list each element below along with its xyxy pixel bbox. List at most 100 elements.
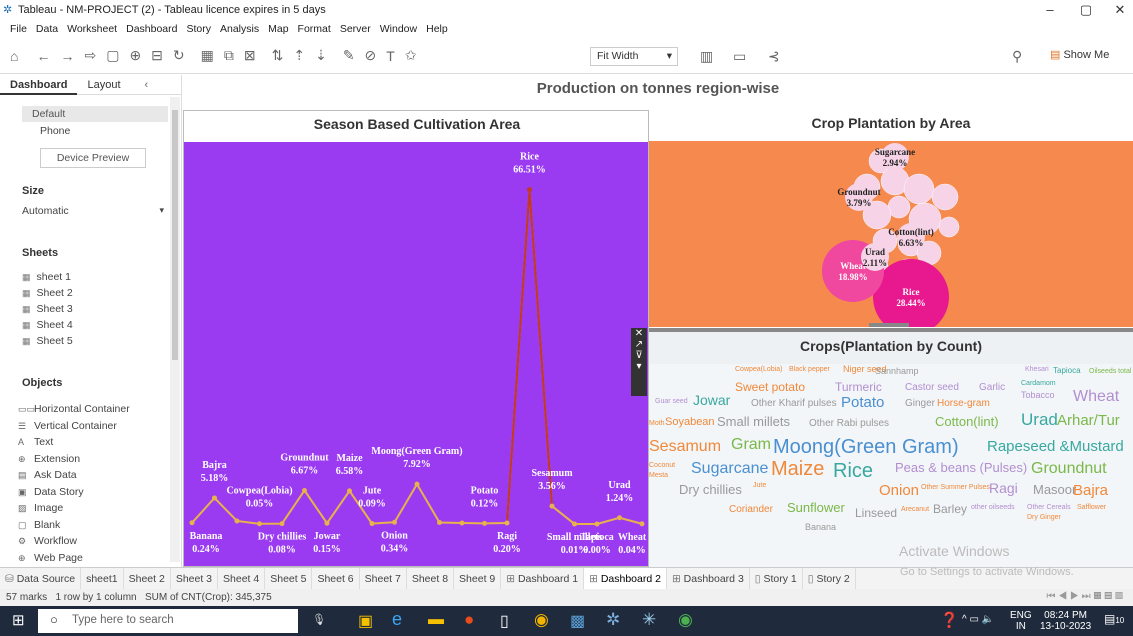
word-black-pepper[interactable]: Black pepper: [789, 366, 830, 373]
new-worksheet-icon[interactable]: ▦: [201, 47, 214, 64]
datasource-icon[interactable]: ⊟: [151, 47, 163, 64]
resize-handle[interactable]: [869, 323, 909, 327]
word-other-oilseeds[interactable]: other oilseeds: [971, 504, 1015, 511]
word-onion[interactable]: Onion: [879, 482, 919, 499]
close-button[interactable]: ✕: [1110, 2, 1130, 18]
line-point[interactable]: [392, 519, 397, 525]
collapse-icon[interactable]: ‹: [145, 79, 149, 91]
notification-icon[interactable]: ▤10: [1104, 612, 1124, 626]
photos-icon[interactable]: ✳: [642, 610, 656, 630]
tab-story-2[interactable]: ▯ Story 2: [803, 567, 856, 590]
word-potato[interactable]: Potato: [841, 394, 884, 411]
line-point[interactable]: [572, 521, 577, 527]
line-point[interactable]: [369, 521, 375, 527]
clock[interactable]: 08:24 PM 13-10-2023: [1040, 610, 1091, 632]
tab-dashboard[interactable]: Dashboard: [0, 75, 78, 95]
word-groundnut[interactable]: Groundnut: [1031, 460, 1107, 478]
menu-help[interactable]: Help: [426, 23, 448, 35]
new-datasource-icon[interactable]: ⊕: [129, 47, 141, 64]
line-point[interactable]: [324, 520, 330, 526]
tab-sheet-5[interactable]: Sheet 5: [265, 567, 313, 590]
word-dry-ginger[interactable]: Dry Ginger: [1027, 514, 1061, 521]
presentation-icon[interactable]: ▭: [733, 48, 746, 65]
word-other-kharif-pulses[interactable]: Other Kharif pulses: [751, 398, 837, 409]
word-oilseeds-total[interactable]: Oilseeds total: [1089, 368, 1131, 375]
size-select[interactable]: Automatic ▾: [22, 205, 164, 217]
line-point[interactable]: [504, 520, 510, 526]
line-point[interactable]: [459, 520, 465, 526]
line-point[interactable]: [279, 521, 285, 527]
chrome-profile-icon[interactable]: ◉: [678, 610, 693, 630]
tab-sheet-4[interactable]: Sheet 4: [218, 567, 266, 590]
goto-sheet-icon[interactable]: ↗: [631, 339, 647, 350]
chrome-icon[interactable]: ◉: [534, 610, 549, 630]
word-bajra[interactable]: Bajra: [1073, 482, 1108, 499]
menu-analysis[interactable]: Analysis: [220, 23, 259, 35]
device-preview-button[interactable]: Device Preview: [40, 148, 146, 168]
word-cowpea-lobia-[interactable]: Cowpea(Lobia): [735, 366, 782, 373]
crop-bubble[interactable]: [887, 195, 911, 219]
explorer-icon[interactable]: ▬: [428, 611, 444, 629]
refresh-icon[interactable]: ↻: [173, 47, 185, 64]
edge-icon[interactable]: e: [392, 609, 402, 630]
word-small-millets[interactable]: Small millets: [717, 414, 790, 429]
word-moth[interactable]: Moth: [649, 420, 665, 427]
office-icon[interactable]: ●: [464, 610, 474, 630]
sort-desc-icon[interactable]: ⇣: [315, 47, 327, 64]
word-jute[interactable]: Jute: [753, 482, 766, 489]
tab-sheet-3[interactable]: Sheet 3: [171, 567, 219, 590]
line-point[interactable]: [639, 521, 645, 527]
object-item[interactable]: ▤ Ask Data: [18, 467, 158, 484]
word-sannhamp[interactable]: Sannhamp: [875, 366, 919, 376]
panel-divider[interactable]: [649, 328, 1133, 332]
word-mesta[interactable]: Mesta: [649, 472, 668, 479]
tab-sheet-9[interactable]: Sheet 9: [454, 567, 502, 590]
word-barley[interactable]: Barley: [933, 502, 967, 516]
word-jowar[interactable]: Jowar: [693, 392, 730, 408]
tab-sheet1[interactable]: sheet1: [81, 567, 124, 590]
remove-icon[interactable]: ✕: [631, 328, 647, 339]
word-soyabean[interactable]: Soyabean: [665, 416, 715, 428]
crop-bubble[interactable]: [938, 216, 960, 238]
word-tobacco[interactable]: Tobacco: [1021, 390, 1055, 400]
windows-start-icon[interactable]: ⊞: [12, 611, 25, 629]
pen-icon[interactable]: ⚲: [1012, 48, 1022, 65]
line-point[interactable]: [594, 521, 600, 527]
word-urad[interactable]: Urad: [1021, 410, 1058, 430]
home-icon[interactable]: ⌂: [10, 48, 18, 64]
back-icon[interactable]: ←: [36, 48, 50, 64]
word-rapeseed-mustard[interactable]: Rapeseed &Mustard: [987, 438, 1124, 455]
word-gram[interactable]: Gram: [731, 436, 771, 454]
word-banana[interactable]: Banana: [805, 522, 836, 532]
taskbar-search-input[interactable]: ○ Type here to search: [38, 609, 298, 633]
word-rice[interactable]: Rice: [833, 460, 873, 483]
help-icon[interactable]: ❓: [940, 611, 959, 629]
save-icon[interactable]: ▢: [106, 47, 119, 64]
word-ragi[interactable]: Ragi: [989, 480, 1018, 496]
word-cotton-lint-[interactable]: Cotton(lint): [935, 414, 999, 429]
tab-sheet-7[interactable]: Sheet 7: [360, 567, 407, 590]
word-safflower[interactable]: Safflower: [1077, 504, 1106, 511]
word-khesari[interactable]: Khesari: [1025, 366, 1049, 373]
crop-bubble[interactable]: [903, 173, 935, 205]
word-linseed[interactable]: Linseed: [855, 506, 897, 520]
tab-layout[interactable]: Layout: [77, 75, 130, 95]
word-arhar-tur[interactable]: Arhar/Tur: [1057, 412, 1120, 429]
tab-dashboard-3[interactable]: ⊞ Dashboard 3: [667, 567, 750, 590]
line-point[interactable]: [527, 187, 532, 193]
menu-data[interactable]: Data: [36, 23, 58, 35]
word-maize[interactable]: Maize: [771, 458, 824, 481]
word-guar-seed[interactable]: Guar seed: [655, 398, 688, 405]
view-controls-icon[interactable]: ⏮ ◀ ▶ ⏭ ▦ ▤ ▩: [1046, 591, 1123, 602]
object-item[interactable]: ▨ Image: [18, 500, 158, 517]
word-sesamum[interactable]: Sesamum: [649, 438, 721, 456]
tab-sheet-6[interactable]: Sheet 6: [312, 567, 360, 590]
show-me-button[interactable]: ▤ Show Me: [1050, 48, 1109, 61]
menu-story[interactable]: Story: [186, 23, 211, 35]
word-peas-beans-pulses-[interactable]: Peas & beans (Pulses): [895, 460, 1027, 475]
line-point[interactable]: [347, 488, 352, 494]
crop-bubble[interactable]: [931, 183, 959, 211]
word-other-rabi-pulses[interactable]: Other Rabi pulses: [809, 418, 889, 429]
maximize-button[interactable]: ▢: [1076, 2, 1096, 18]
sidebar-scroll-thumb[interactable]: [172, 110, 178, 360]
